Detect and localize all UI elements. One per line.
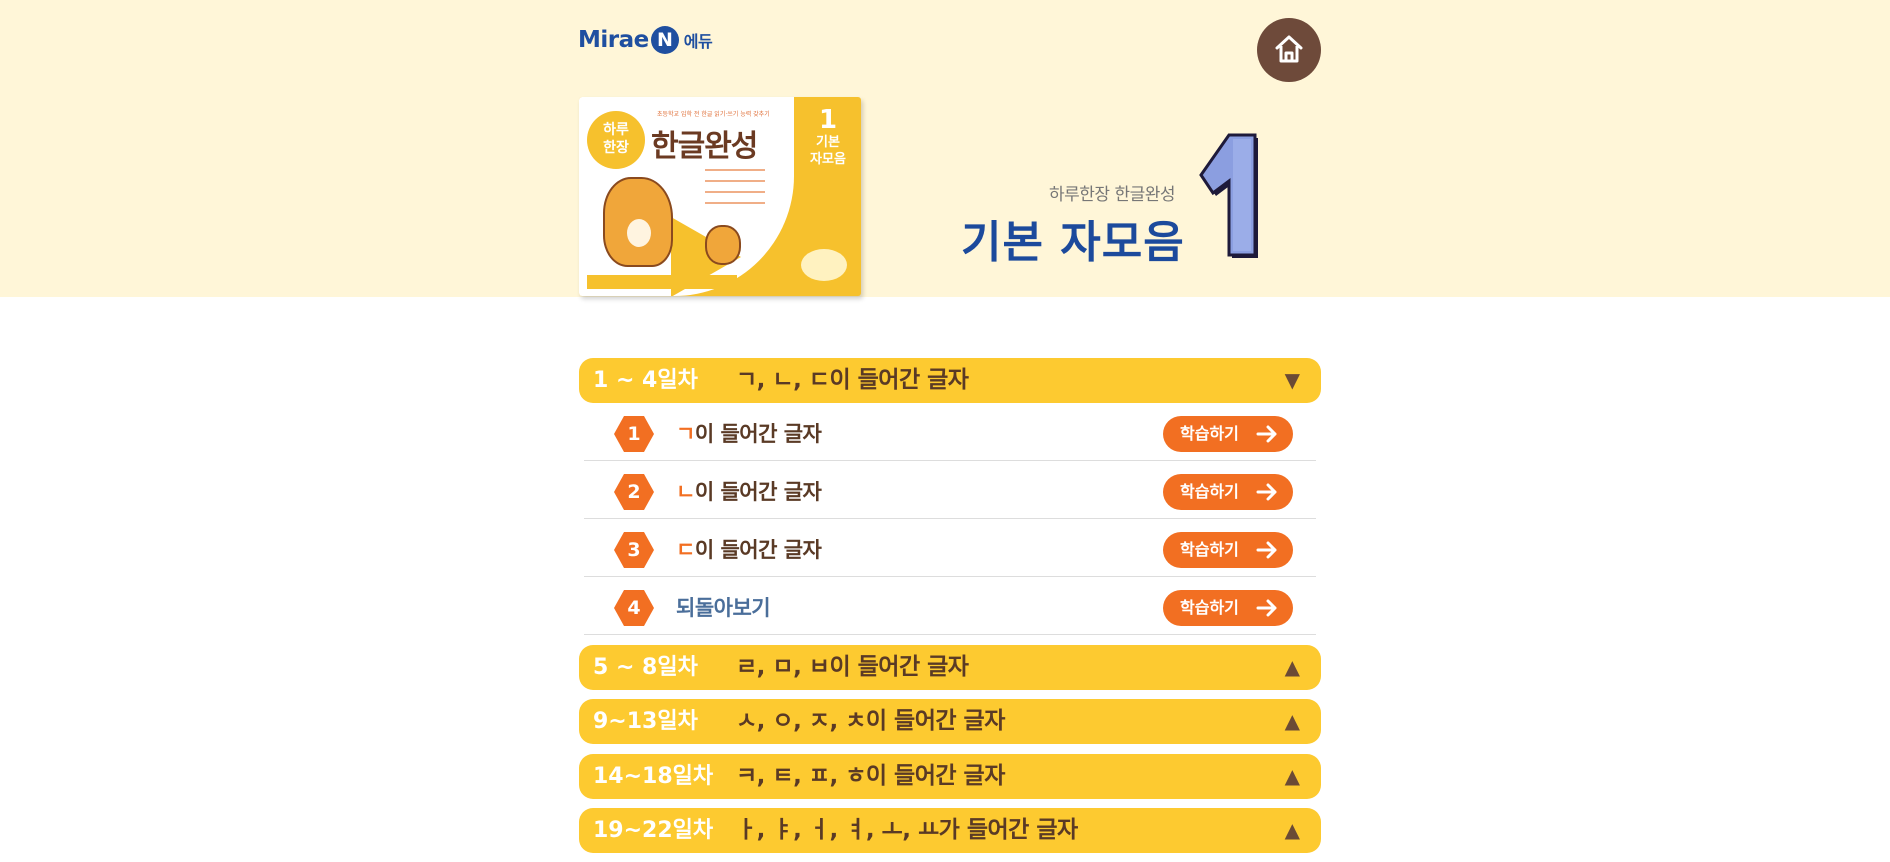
section-header[interactable]: 19~22일차 ㅏ, ㅑ, ㅓ, ㅕ, ㅗ, ㅛ가 들어간 글자 ▲ xyxy=(579,808,1321,853)
study-button[interactable]: 학습하기 xyxy=(1163,474,1293,510)
book-cover-image: 초등학교 입학 전 한글 읽기·쓰기 능력 갖추기 하루 한장 한글완성 1 기본… xyxy=(579,97,861,296)
lesson-title: 되돌아보기 xyxy=(676,596,771,620)
small-cat-illustration xyxy=(705,225,741,265)
lesson-title: ㄱ이 들어간 글자 xyxy=(676,422,822,446)
section-header[interactable]: 9~13일차 ㅅ, ㅇ, ㅈ, ㅊ이 들어간 글자 ▲ xyxy=(579,699,1321,744)
section-label: ㄱ, ㄴ, ㄷ이 들어간 글자 xyxy=(736,367,969,393)
logo-suffix: 에듀 xyxy=(683,32,713,51)
expand-triangle-icon[interactable]: ▲ xyxy=(1285,754,1300,799)
expand-triangle-icon[interactable]: ▲ xyxy=(1285,699,1300,744)
arrow-right-icon xyxy=(1256,483,1277,501)
section-label: ㅋ, ㅌ, ㅍ, ㅎ이 들어간 글자 xyxy=(736,763,1005,789)
lesson-row-2: 2 ㄴ이 들어간 글자 학습하기 xyxy=(584,461,1316,519)
book-badge: 하루 한장 xyxy=(587,111,645,169)
volume-number-one-graphic xyxy=(1199,133,1258,258)
header-banner: Mirae N 에듀 초등학교 입학 전 한글 읽기·쓰기 능력 갖추기 하루 한… xyxy=(0,0,1890,297)
arrow-right-icon xyxy=(1256,425,1277,443)
book-tagline: 초등학교 입학 전 한글 읽기·쓰기 능력 갖추기 xyxy=(657,111,770,118)
home-icon xyxy=(1275,35,1303,63)
section-days: 19~22일차 xyxy=(593,818,714,843)
study-button-label: 학습하기 xyxy=(1180,482,1239,501)
section-label: ㅅ, ㅇ, ㅈ, ㅊ이 들어간 글자 xyxy=(736,708,1005,734)
lesson-title: ㄷ이 들어간 글자 xyxy=(676,538,822,562)
section-header[interactable]: 1 ~ 4일차 ㄱ, ㄴ, ㄷ이 들어간 글자 ▼ xyxy=(579,358,1321,403)
expand-triangle-icon[interactable]: ▲ xyxy=(1285,645,1300,690)
study-button-label: 학습하기 xyxy=(1180,598,1239,617)
series-subtitle: 하루한장 한글완성 xyxy=(1049,185,1176,205)
lesson-number-badge: 2 xyxy=(614,474,654,510)
section-days: 5 ~ 8일차 xyxy=(593,655,698,680)
study-button-label: 학습하기 xyxy=(1180,424,1239,443)
logo-text: Mirae xyxy=(578,27,649,53)
lesson-row-4: 4 되돌아보기 학습하기 xyxy=(584,577,1316,635)
collapse-triangle-icon[interactable]: ▼ xyxy=(1285,358,1300,403)
section-label: ㅏ, ㅑ, ㅓ, ㅕ, ㅗ, ㅛ가 들어간 글자 xyxy=(736,817,1078,843)
cat-illustration xyxy=(603,177,673,267)
study-button[interactable]: 학습하기 xyxy=(1163,532,1293,568)
book-title: 한글완성 xyxy=(651,129,758,164)
section-days: 9~13일차 xyxy=(593,709,698,734)
lesson-number-badge: 3 xyxy=(614,532,654,568)
lesson-title: ㄴ이 들어간 글자 xyxy=(676,480,822,504)
speech-bubble xyxy=(801,249,847,281)
arrow-right-icon xyxy=(1256,599,1277,617)
section-days: 14~18일차 xyxy=(593,764,714,789)
page: Mirae N 에듀 초등학교 입학 전 한글 읽기·쓰기 능력 갖추기 하루 한… xyxy=(0,0,1890,862)
lesson-number-badge: 4 xyxy=(614,590,654,626)
mirae-n-logo[interactable]: Mirae N 에듀 xyxy=(578,26,713,54)
study-button[interactable]: 학습하기 xyxy=(1163,590,1293,626)
study-button-label: 학습하기 xyxy=(1180,540,1239,559)
lesson-row-3: 3 ㄷ이 들어간 글자 학습하기 xyxy=(584,519,1316,577)
lesson-number-badge: 1 xyxy=(614,416,654,452)
home-button[interactable] xyxy=(1257,18,1321,82)
section-label: ㄹ, ㅁ, ㅂ이 들어간 글자 xyxy=(736,654,969,680)
section-days: 1 ~ 4일차 xyxy=(593,368,698,393)
expand-triangle-icon[interactable]: ▲ xyxy=(1285,808,1300,853)
arrow-right-icon xyxy=(1256,541,1277,559)
section-header[interactable]: 5 ~ 8일차 ㄹ, ㅁ, ㅂ이 들어간 글자 ▲ xyxy=(579,645,1321,690)
logo-n-mark: N xyxy=(650,26,679,54)
page-title: 기본 자모음 xyxy=(961,217,1185,268)
lesson-row-1: 1 ㄱ이 들어간 글자 학습하기 xyxy=(584,403,1316,461)
study-button[interactable]: 학습하기 xyxy=(1163,416,1293,452)
book-volume: 1 기본 자모음 xyxy=(810,105,846,167)
section-header[interactable]: 14~18일차 ㅋ, ㅌ, ㅍ, ㅎ이 들어간 글자 ▲ xyxy=(579,754,1321,799)
